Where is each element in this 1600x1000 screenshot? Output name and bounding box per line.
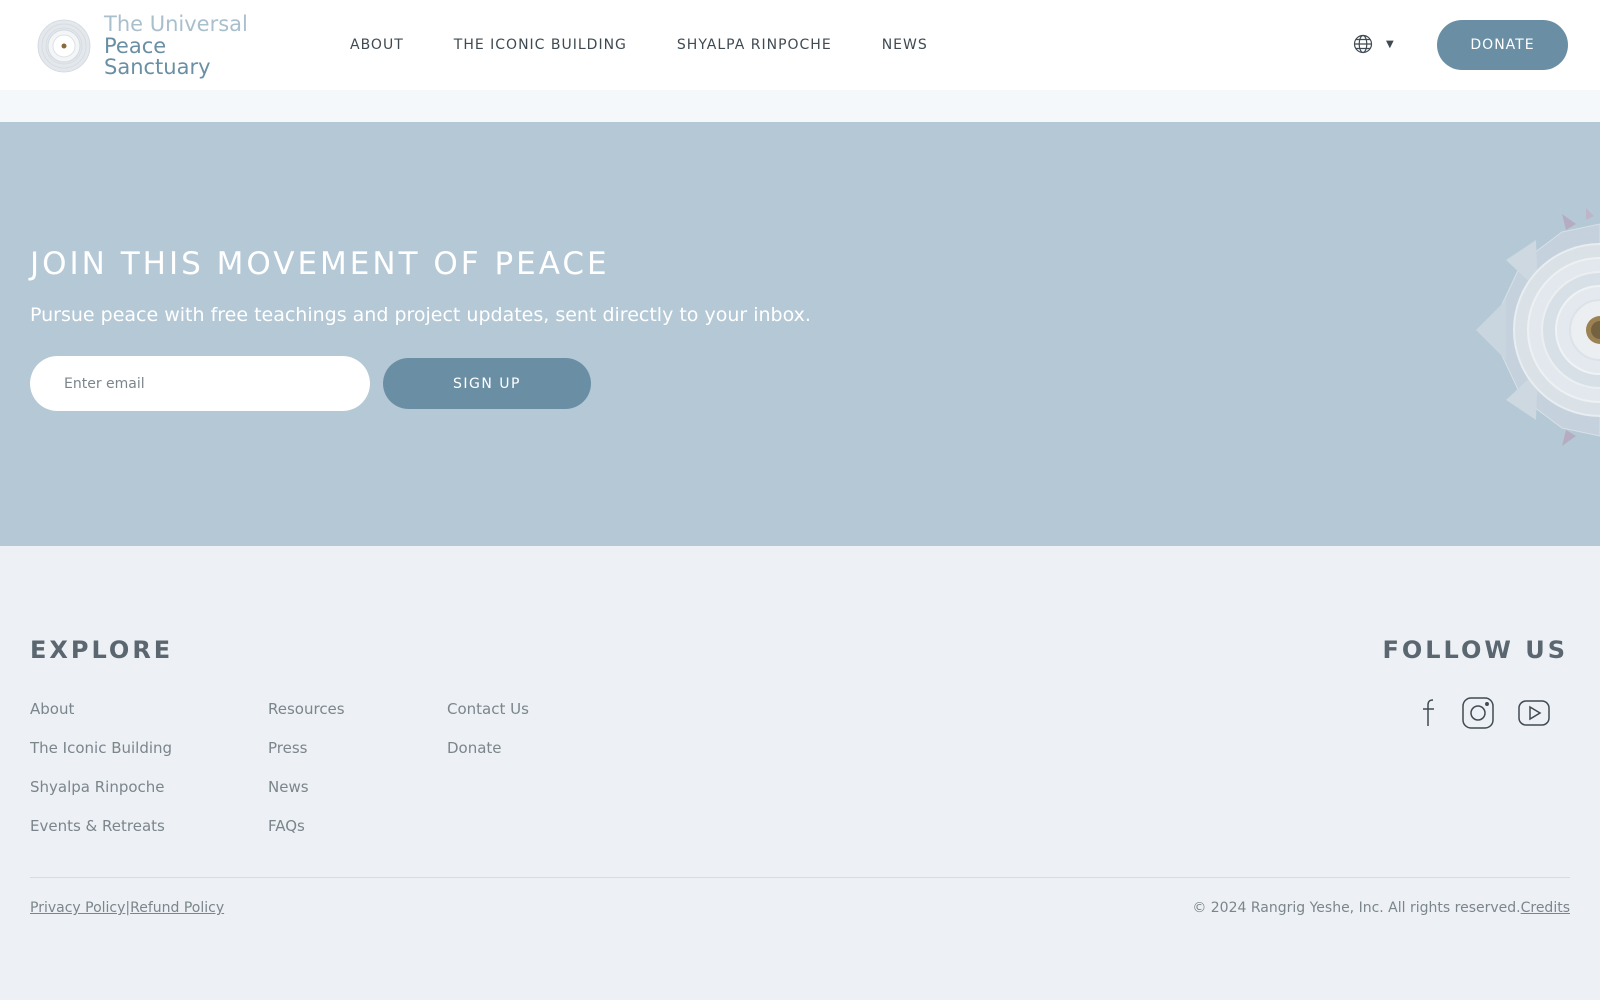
main-nav: ABOUT THE ICONIC BUILDING SHYALPA RINPOC… (350, 0, 978, 90)
lotus-logo-icon (37, 19, 91, 73)
explore-heading: EXPLORE (30, 636, 174, 664)
credits-link[interactable]: Credits (1521, 900, 1570, 916)
language-selector[interactable]: ▼ (1352, 33, 1394, 55)
nav-news[interactable]: NEWS (882, 37, 928, 53)
youtube-icon (1518, 700, 1550, 726)
footer-link-news[interactable]: News (268, 778, 345, 797)
privacy-policy-link[interactable]: Privacy Policy (30, 900, 125, 916)
footer-divider (30, 877, 1570, 878)
chevron-down-icon: ▼ (1386, 38, 1394, 50)
footer-link-iconic-building[interactable]: The Iconic Building (30, 739, 172, 758)
logo-title-line1: The Universal (104, 12, 248, 36)
instagram-icon (1462, 697, 1494, 729)
site-header: The Universal Peace Sanctuary ABOUT THE … (0, 0, 1600, 90)
footer-link-about[interactable]: About (30, 700, 172, 719)
footer-link-contact-us[interactable]: Contact Us (447, 700, 529, 719)
facebook-link[interactable] (1413, 696, 1447, 730)
refund-policy-link[interactable]: Refund Policy (130, 900, 224, 916)
sign-up-button[interactable]: SIGN UP (383, 358, 591, 409)
logo-title-line2: Peace Sanctuary (104, 34, 211, 79)
header-shadow-strip (0, 90, 1600, 122)
footer-link-events-retreats[interactable]: Events & Retreats (30, 817, 172, 836)
email-input[interactable] (30, 356, 370, 411)
donate-button[interactable]: DONATE (1437, 20, 1568, 70)
instagram-link[interactable] (1461, 696, 1495, 730)
nav-about[interactable]: ABOUT (350, 37, 404, 53)
legal-links: Privacy Policy|Refund Policy (30, 900, 224, 916)
youtube-link[interactable] (1517, 696, 1551, 730)
nav-shyalpa-rinpoche[interactable]: SHYALPA RINPOCHE (677, 37, 832, 53)
newsletter-section: JOIN THIS MOVEMENT OF PEACE Pursue peace… (0, 122, 1600, 546)
newsletter-title: JOIN THIS MOVEMENT OF PEACE (30, 246, 610, 282)
footer-column-2: Resources Press News FAQs (268, 700, 345, 856)
footer-link-faqs[interactable]: FAQs (268, 817, 345, 836)
copyright-notice: © 2024 Rangrig Yeshe, Inc. All rights re… (1192, 900, 1570, 916)
footer-link-press[interactable]: Press (268, 739, 345, 758)
site-logo[interactable]: The Universal Peace Sanctuary (36, 12, 276, 79)
footer-link-donate[interactable]: Donate (447, 739, 529, 758)
footer-link-shyalpa-rinpoche[interactable]: Shyalpa Rinpoche (30, 778, 172, 797)
footer-column-3: Contact Us Donate (447, 700, 529, 778)
nav-iconic-building[interactable]: THE ICONIC BUILDING (454, 37, 627, 53)
follow-us-heading: FOLLOW US (1382, 636, 1568, 664)
facebook-icon (1423, 699, 1434, 726)
copyright-text: © 2024 Rangrig Yeshe, Inc. All rights re… (1192, 900, 1521, 916)
mandala-decoration (1476, 208, 1600, 446)
footer-column-1: About The Iconic Building Shyalpa Rinpoc… (30, 700, 172, 856)
newsletter-subtitle: Pursue peace with free teachings and pro… (30, 304, 811, 326)
globe-icon (1353, 34, 1373, 54)
footer-link-resources[interactable]: Resources (268, 700, 345, 719)
